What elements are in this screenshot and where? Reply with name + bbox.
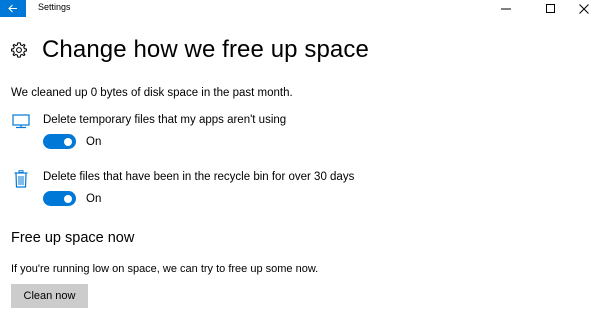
close-icon <box>579 3 589 14</box>
setting-label-temp-files: Delete temporary files that my apps aren… <box>43 114 287 126</box>
toggle-state-label: On <box>86 135 102 148</box>
title-bar: Settings <box>0 0 600 17</box>
minimize-icon <box>501 8 511 9</box>
setting-recycle-bin: Delete files that have been in the recyc… <box>11 170 354 206</box>
close-button[interactable] <box>565 0 600 17</box>
clean-now-button[interactable]: Clean now <box>11 284 88 308</box>
back-arrow-icon <box>8 4 17 13</box>
toggle-state-label: On <box>86 192 102 205</box>
free-up-description: If you're running low on space, we can t… <box>11 263 319 275</box>
window-title: Settings <box>38 2 71 12</box>
page-header: Change how we free up space <box>10 36 369 64</box>
free-up-section-title: Free up space now <box>11 230 135 246</box>
setting-label-recycle-bin: Delete files that have been in the recyc… <box>43 171 355 183</box>
back-button[interactable] <box>0 0 26 17</box>
minimize-button[interactable] <box>487 0 525 17</box>
setting-temp-files: Delete temporary files that my apps aren… <box>11 113 286 149</box>
gear-icon <box>11 42 27 58</box>
settings-window: Settings Change how we free up space We … <box>0 0 600 321</box>
temp-files-toggle[interactable] <box>43 134 76 149</box>
toggle-knob <box>64 137 72 146</box>
monitor-icon <box>12 114 30 129</box>
maximize-icon <box>546 3 555 13</box>
toggle-knob <box>64 194 72 203</box>
recycle-bin-icon <box>14 170 28 188</box>
cleanup-summary: We cleaned up 0 bytes of disk space in t… <box>11 87 293 99</box>
recycle-bin-toggle[interactable] <box>43 191 76 206</box>
page-title: Change how we free up space <box>42 36 369 63</box>
